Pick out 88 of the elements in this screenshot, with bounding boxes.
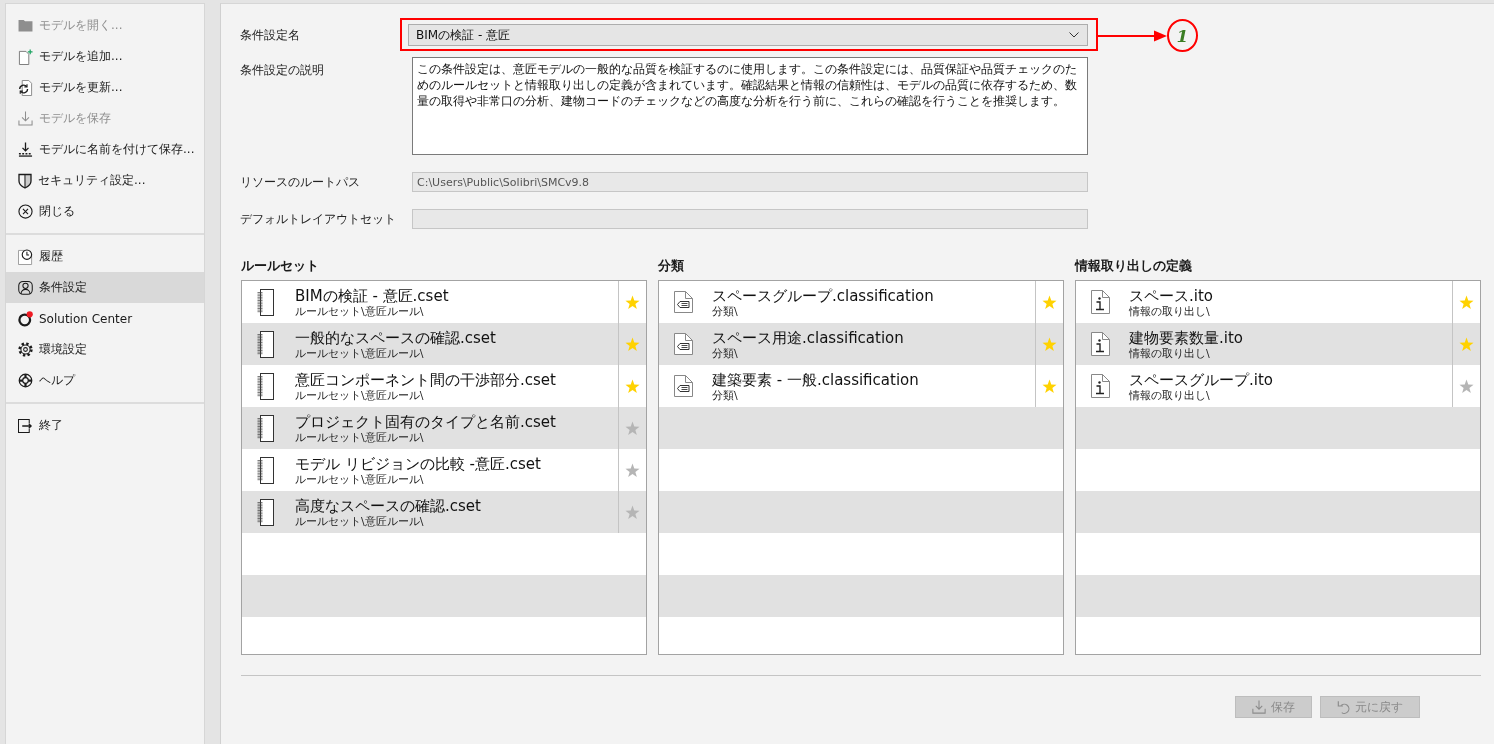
file-path: ルールセット\意匠ルール\ xyxy=(295,431,425,444)
star-icon[interactable] xyxy=(1459,294,1474,310)
file-path: ルールセット\意匠ルール\ xyxy=(295,473,425,486)
tag-document-icon xyxy=(674,333,693,355)
shield-icon xyxy=(18,172,32,189)
download-icon xyxy=(1252,700,1266,714)
file-name: 高度なスペースの確認.cset xyxy=(295,497,481,515)
field-label: 条件設定名 xyxy=(240,26,301,44)
star-icon[interactable] xyxy=(625,378,640,394)
lifebuoy-icon xyxy=(18,373,33,388)
star-icon[interactable] xyxy=(1459,336,1474,352)
star-icon[interactable] xyxy=(625,420,640,436)
star-icon[interactable] xyxy=(1042,294,1057,310)
description-field[interactable]: この条件設定は、意匠モデルの一般的な品質を検証するのに使用します。この条件設定には、品質保証や品質チェックのためのルールセットと情報取り出しの定義が含まれています。確認結果と情報の信頼性は、モデルの品質に依存するため、数量の取得や非常口の分析、建物コードのチェックなどの高度な分析を行う前に、これらの確認を行うことを推奨します。 xyxy=(412,57,1088,155)
panel-title: 情報取り出しの定義 xyxy=(1075,258,1193,274)
file-path: ルールセット\意匠ルール\ xyxy=(295,305,425,318)
file-name: プロジェクト固有のタイプと名前.cset xyxy=(295,413,556,431)
file-path: ルールセット\意匠ルール\ xyxy=(295,515,425,528)
file-name: 建物要素数量.ito xyxy=(1129,329,1243,347)
file-path: ルールセット\意匠ルール\ xyxy=(295,389,425,402)
file-name: 一般的なスペースの確認.cset xyxy=(295,329,496,347)
info-document-icon xyxy=(1091,290,1110,314)
person-icon xyxy=(18,280,33,295)
menu-item[interactable]: Solution Center xyxy=(6,303,204,334)
star-icon[interactable] xyxy=(1042,336,1057,352)
file-path: ルールセット\意匠ルール\ xyxy=(295,347,425,360)
file-name: スペース.ito xyxy=(1129,287,1213,305)
file-name: 意匠コンポーネント間の干渉部分.cset xyxy=(295,371,556,389)
file-path: 分類\ xyxy=(712,389,739,402)
field-label: リソースのルートパス xyxy=(240,173,361,191)
tag-document-icon xyxy=(674,291,693,313)
notebook-icon xyxy=(257,456,274,484)
menu-item[interactable]: 条件設定 xyxy=(6,272,204,303)
star-icon[interactable] xyxy=(1042,378,1057,394)
file-name: BIMの検証 - 意匠.cset xyxy=(295,287,449,305)
ring-icon xyxy=(18,310,33,327)
file-name: スペース用途.classification xyxy=(712,329,904,347)
notebook-icon xyxy=(257,372,274,400)
file-path: 情報の取り出し\ xyxy=(1129,305,1211,318)
download-icon xyxy=(18,111,33,126)
menu-item[interactable]: セキュリティ設定... xyxy=(6,165,204,196)
file-name: モデル リビジョンの比較 -意匠.cset xyxy=(295,455,541,473)
notebook-icon xyxy=(257,498,274,526)
field-label: デフォルトレイアウトセット xyxy=(240,210,397,228)
input-field[interactable] xyxy=(412,209,1088,229)
field-label: 条件設定の説明 xyxy=(240,62,325,79)
info-document-icon xyxy=(1091,374,1110,398)
panel-title: ルールセット xyxy=(241,258,320,274)
file-name: 建築要素 - 一般.classification xyxy=(712,371,919,389)
menu-item[interactable]: モデルを更新... xyxy=(6,72,204,103)
star-icon[interactable] xyxy=(625,504,640,520)
file-name: スペースグループ.ito xyxy=(1129,371,1273,389)
notebook-icon xyxy=(257,288,274,316)
file-name: スペースグループ.classification xyxy=(712,287,934,305)
star-icon[interactable] xyxy=(625,462,640,478)
input-field[interactable]: C:\Users\Public\Solibri\SMCv9.8 xyxy=(412,172,1088,192)
menu-item[interactable]: 閉じる xyxy=(6,196,204,227)
close-icon xyxy=(18,204,33,219)
menu-item[interactable]: ヘルプ xyxy=(6,365,204,396)
history-icon xyxy=(18,248,33,265)
callout-number: 1 xyxy=(1167,19,1198,52)
file-path: 分類\ xyxy=(712,305,739,318)
notebook-icon xyxy=(257,330,274,358)
panel-title: 分類 xyxy=(658,258,685,274)
menu-item[interactable]: モデルを追加... xyxy=(6,41,204,72)
download-icon xyxy=(18,142,33,157)
callout-arrow xyxy=(1098,29,1168,43)
star-icon[interactable] xyxy=(625,336,640,352)
menu-item[interactable]: 履歴 xyxy=(6,241,204,272)
star-icon[interactable] xyxy=(625,294,640,310)
exit-icon xyxy=(18,418,33,433)
menu-item[interactable]: 終了 xyxy=(6,410,204,441)
notebook-icon xyxy=(257,414,274,442)
chevron-down-icon xyxy=(1069,32,1079,38)
info-document-icon xyxy=(1091,332,1110,356)
settings-icon xyxy=(18,342,33,357)
menu-item[interactable]: モデルに名前を付けて保存... xyxy=(6,134,204,165)
folder-icon xyxy=(18,19,33,32)
dropdown[interactable]: BIMの検証 - 意匠 xyxy=(408,24,1088,46)
file-path: 情報の取り出し\ xyxy=(1129,389,1211,402)
menu-item[interactable]: 環境設定 xyxy=(6,334,204,365)
file-plus-icon xyxy=(18,48,33,65)
file-path: 情報の取り出し\ xyxy=(1129,347,1211,360)
tag-document-icon xyxy=(674,375,693,397)
star-icon[interactable] xyxy=(1459,378,1474,394)
file-refresh-icon xyxy=(18,79,33,96)
undo-icon xyxy=(1337,700,1350,714)
file-path: 分類\ xyxy=(712,347,739,360)
